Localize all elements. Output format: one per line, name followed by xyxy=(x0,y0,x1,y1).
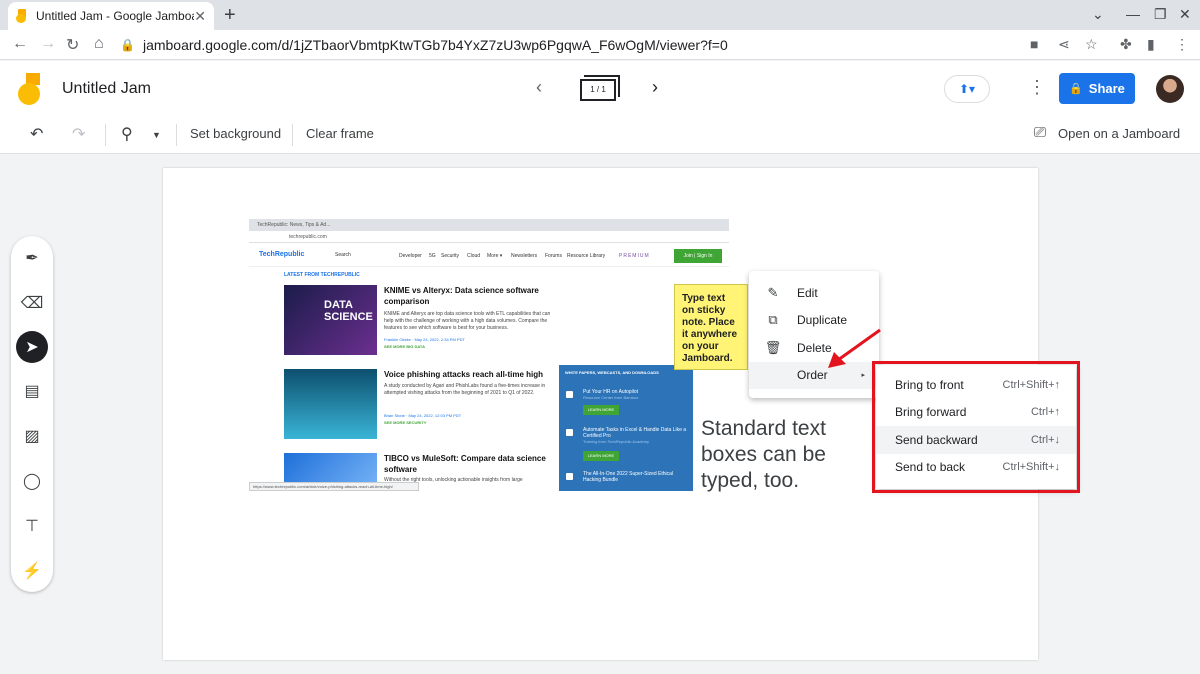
share-page-icon[interactable]: ⋖ xyxy=(1058,36,1070,53)
redo-icon[interactable]: ↷ xyxy=(72,124,85,144)
present-icon: ⬆▾ xyxy=(958,82,976,96)
menu-item-bring-to-front[interactable]: Bring to front Ctrl+Shift+↑ xyxy=(876,371,1076,399)
zoom-icon[interactable]: ⚲ xyxy=(121,124,133,144)
pencil-icon: ✎ xyxy=(767,284,779,300)
tab-title: Untitled Jam - Google Jamboard xyxy=(36,9,195,23)
embedded-premium: PREMIUM xyxy=(619,253,650,259)
menu-item-send-backward[interactable]: Send backward Ctrl+↓ xyxy=(876,426,1076,454)
menu-item-bring-forward[interactable]: Bring forward Ctrl+↑ xyxy=(876,399,1076,427)
clear-frame-button[interactable]: Clear frame xyxy=(306,126,374,141)
embedded-nav-item: Resource Library xyxy=(567,253,606,259)
embedded-nav-item: Newsletters xyxy=(511,253,538,259)
embedded-nav-item: Cloud xyxy=(467,253,481,259)
text-box-tool-icon[interactable]: ⊤ xyxy=(16,510,48,542)
minimize-icon[interactable]: — xyxy=(1126,6,1140,22)
close-window-icon[interactable]: ✕ xyxy=(1179,6,1191,23)
menu-item-edit[interactable]: ✎ Edit xyxy=(749,279,879,307)
chrome-menu-icon[interactable]: ⋮ xyxy=(1175,36,1189,53)
embedded-screenshot-image[interactable]: TechRepublic: News, Tips & Ad... techrep… xyxy=(249,219,729,491)
zoom-dropdown-icon[interactable]: ▼ xyxy=(152,130,161,140)
open-on-jamboard-button[interactable]: Open on a Jamboard xyxy=(1058,126,1180,141)
jam-title[interactable]: Untitled Jam xyxy=(62,80,151,98)
address-bar: ← → ↻ ⌂ 🔒 jamboard.google.com/d/1jZTbaor… xyxy=(0,30,1200,60)
tab-search-icon[interactable]: ⌄ xyxy=(1092,6,1104,23)
frame-indicator: 1 / 1 xyxy=(580,79,616,101)
url-input[interactable]: 🔒 jamboard.google.com/d/1jZTbaorVbmtpKtw… xyxy=(120,33,1020,57)
thumb-text: DATA SCIENCE xyxy=(324,299,373,323)
url-text: jamboard.google.com/d/1jZTbaorVbmtpKtwTG… xyxy=(142,37,728,53)
select-tool-icon[interactable]: ➤ xyxy=(16,331,48,363)
avatar[interactable] xyxy=(1156,75,1184,103)
embedded-latest: LATEST FROM TECHREPUBLIC xyxy=(284,272,360,278)
back-icon[interactable]: ← xyxy=(12,35,28,53)
embedded-search: Search xyxy=(335,252,351,258)
restore-icon[interactable]: ❐ xyxy=(1154,6,1167,23)
embedded-nav-item: 5G xyxy=(429,253,436,259)
order-submenu: Bring to front Ctrl+Shift+↑ Bring forwar… xyxy=(876,365,1076,489)
previous-frame-icon[interactable]: ‹ xyxy=(536,77,542,98)
embedded-nav-item: Security xyxy=(441,253,460,259)
embedded-nav-item: Developer xyxy=(399,253,422,259)
new-tab-icon[interactable]: + xyxy=(224,4,236,27)
next-frame-icon[interactable]: › xyxy=(652,77,658,98)
app-header: Untitled Jam ‹ 1 / 1 › ⬆▾ ⋮ 🔒 Share xyxy=(0,61,1200,116)
home-icon[interactable]: ⌂ xyxy=(94,35,104,53)
duplicate-icon: ⧉ xyxy=(768,312,778,328)
menu-item-duplicate[interactable]: ⧉ Duplicate xyxy=(749,307,879,335)
embedded-nav-item: Forums xyxy=(545,253,562,259)
circle-tool-icon[interactable]: ◯ xyxy=(16,465,48,497)
extensions-icon[interactable]: ✤ xyxy=(1120,36,1132,53)
cast-icon[interactable]: ⎚ xyxy=(1034,124,1046,141)
sticky-note-tool-icon[interactable]: ▤ xyxy=(16,375,48,407)
lock-icon: 🔒 xyxy=(120,38,135,52)
forward-icon[interactable]: → xyxy=(40,35,56,53)
bookmark-star-icon[interactable]: ☆ xyxy=(1085,36,1098,53)
undo-icon[interactable]: ↶ xyxy=(30,124,43,144)
menu-item-order[interactable]: Order ▸ xyxy=(749,361,879,389)
embedded-join: Join | Sign In xyxy=(674,249,722,263)
embedded-status-url: https://www.techrepublic.com/article/voi… xyxy=(249,482,419,491)
pen-tool-icon[interactable]: ✒ xyxy=(16,242,48,274)
more-options-icon[interactable]: ⋮ xyxy=(1028,77,1046,98)
submenu-arrow-icon: ▸ xyxy=(861,372,865,380)
frame-bar-button[interactable]: 1 / 1 xyxy=(580,75,620,103)
embedded-papers-panel: WHITE PAPERS, WEBCASTS, AND DOWNLOADS Pu… xyxy=(559,365,693,491)
jamboard-favicon-icon xyxy=(16,9,28,23)
present-button[interactable]: ⬆▾ xyxy=(944,75,990,103)
embedded-logo: TechRepublic xyxy=(259,251,305,258)
set-background-button[interactable]: Set background xyxy=(190,126,281,141)
laser-tool-icon[interactable]: ⚡ xyxy=(16,555,48,587)
reload-icon[interactable]: ↻ xyxy=(66,35,79,55)
share-label: Share xyxy=(1088,81,1125,96)
context-menu: ✎ Edit ⧉ Duplicate 🗑 Delete Order ▸ xyxy=(749,271,879,398)
share-button[interactable]: 🔒 Share xyxy=(1059,73,1135,104)
browser-tabstrip: Untitled Jam - Google Jamboard ✕ + ⌄ — ❐… xyxy=(0,0,1200,30)
embedded-tab: TechRepublic: News, Tips & Ad... xyxy=(249,219,729,231)
menu-item-send-to-back[interactable]: Send to back Ctrl+Shift+↓ xyxy=(876,454,1076,482)
editor-toolbar: ↶ ↷ ⚲ ▼ Set background Clear frame ⎚ Ope… xyxy=(0,116,1200,154)
jamboard-logo-icon[interactable] xyxy=(18,73,44,105)
menu-item-delete[interactable]: 🗑 Delete xyxy=(749,334,879,362)
embedded-url: techrepublic.com xyxy=(249,231,729,243)
image-tool-icon[interactable]: ▨ xyxy=(16,420,48,452)
eraser-tool-icon[interactable]: ⌫ xyxy=(16,287,48,319)
browser-tab[interactable]: Untitled Jam - Google Jamboard ✕ xyxy=(8,2,214,30)
camera-icon[interactable]: ■ xyxy=(1030,36,1038,52)
embedded-nav-item: More ▾ xyxy=(487,253,503,259)
trash-icon: 🗑 xyxy=(764,339,782,355)
sticky-note[interactable]: Type text on sticky note. Place it anywh… xyxy=(674,284,748,370)
text-box[interactable]: Standard text boxes can be typed, too. xyxy=(701,416,831,494)
embedded-nav: TechRepublic Search Developer 5G Securit… xyxy=(249,245,729,267)
side-panel-icon[interactable]: ▮ xyxy=(1147,36,1155,53)
tool-rail: ✒ ⌫ ➤ ▤ ▨ ◯ ⊤ ⚡ xyxy=(11,236,53,592)
close-tab-icon[interactable]: ✕ xyxy=(194,8,206,25)
lock-icon: 🔒 xyxy=(1069,83,1083,95)
